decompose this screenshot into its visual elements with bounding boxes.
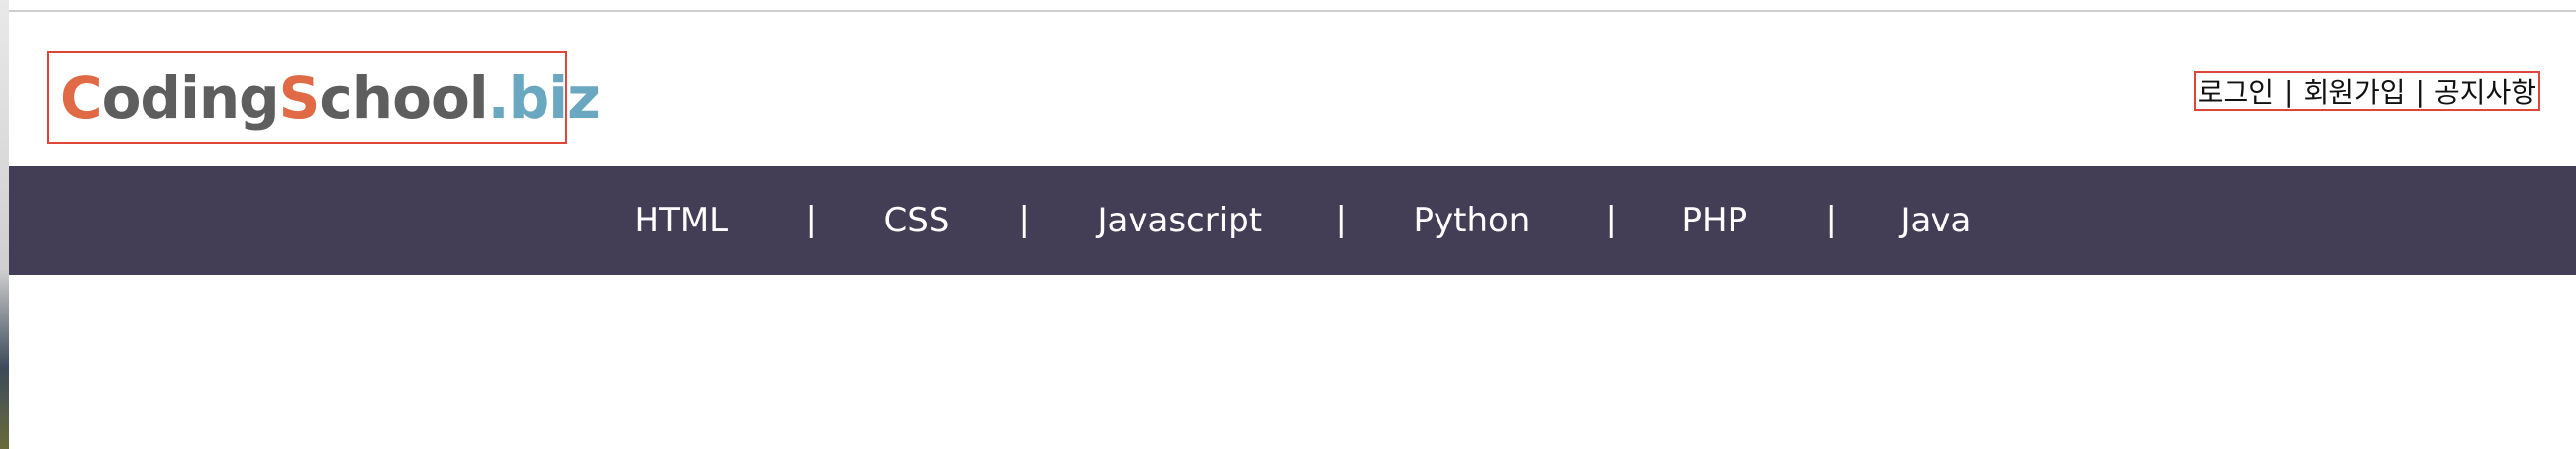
page-content xyxy=(9,275,2576,449)
nav-separator: | xyxy=(1605,200,1617,239)
utility-links: 로그인 | 회원가입 | 공지사항 xyxy=(2193,71,2540,111)
logo-text-oding: oding xyxy=(101,64,280,132)
nav-item-python[interactable]: Python xyxy=(1414,166,1531,275)
logo-link[interactable]: CodingSchool.biz xyxy=(47,51,601,144)
nav-separator: | xyxy=(1336,200,1347,239)
utility-separator: | xyxy=(2415,74,2425,108)
nav-item-html[interactable]: HTML xyxy=(635,166,729,275)
nav-separator: | xyxy=(1825,200,1836,239)
site-header: CodingSchool.biz 로그인 | 회원가입 | 공지사항 xyxy=(9,12,2576,166)
logo-letter-c: C xyxy=(60,64,103,132)
utility-separator: | xyxy=(2284,74,2294,108)
logo-text-chool: chool xyxy=(319,64,488,132)
signup-link[interactable]: 회원가입 xyxy=(2303,71,2405,111)
logo-letter-s: S xyxy=(278,64,321,132)
site-logo: CodingSchool.biz xyxy=(60,64,601,132)
nav-item-css[interactable]: CSS xyxy=(884,166,950,275)
login-link[interactable]: 로그인 xyxy=(2198,71,2274,111)
window-edge xyxy=(0,0,9,449)
nav-separator: | xyxy=(805,200,817,239)
nav-item-java[interactable]: Java xyxy=(1901,166,1972,275)
nav-item-javascript[interactable]: Javascript xyxy=(1098,166,1263,275)
nav-separator: | xyxy=(1018,200,1030,239)
logo-text-biz: .biz xyxy=(487,64,601,132)
main-nav: HTML | CSS | Javascript | Python | PHP |… xyxy=(9,166,2576,275)
main-nav-inner: HTML | CSS | Javascript | Python | PHP |… xyxy=(635,166,1972,275)
nav-item-php[interactable]: PHP xyxy=(1682,166,1748,275)
notice-link[interactable]: 공지사항 xyxy=(2434,71,2536,111)
browser-viewport: CodingSchool.biz 로그인 | 회원가입 | 공지사항 HTML … xyxy=(0,0,2576,449)
